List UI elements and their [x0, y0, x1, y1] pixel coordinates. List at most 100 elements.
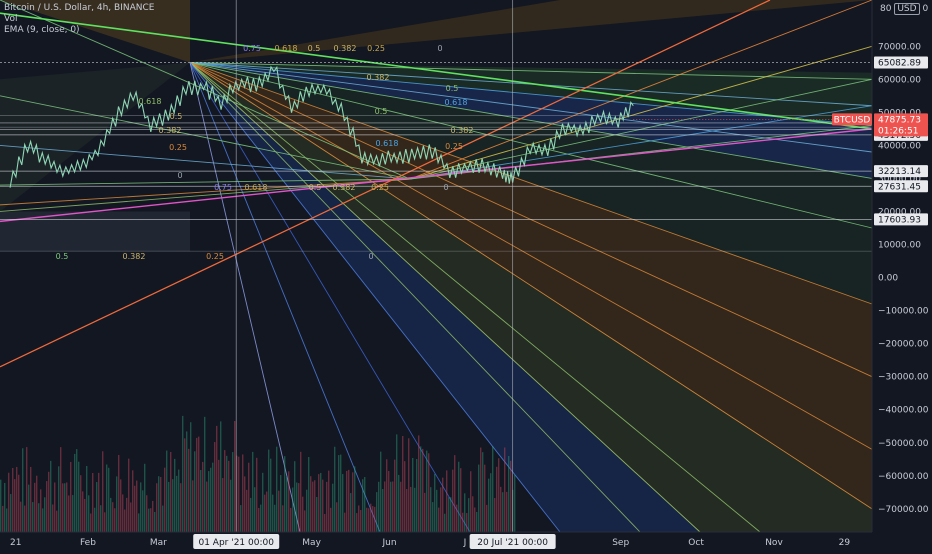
volume-bar [358, 505, 360, 532]
price-axis[interactable]: 70000.0060000.0050000.0040000.0030000.00… [871, 0, 932, 550]
volume-bar [408, 438, 410, 532]
volume-bar [224, 450, 226, 532]
y-tick-label: 60000.00 [878, 75, 921, 85]
volume-bar [294, 461, 296, 532]
price-tag-label: 65082.89 [878, 59, 921, 69]
volume-bar [378, 481, 380, 532]
volume-bar [370, 503, 372, 532]
volume-bar [366, 507, 368, 532]
volume-bar [308, 456, 310, 532]
axis-top-value: 80 [880, 4, 892, 14]
volume-bar [292, 487, 294, 532]
volume-bar [500, 486, 502, 532]
volume-bar [124, 509, 126, 532]
volume-bar [340, 454, 342, 532]
volume-bar [116, 476, 118, 532]
volume-bar [380, 451, 382, 532]
volume-bar [486, 504, 488, 532]
volume-bar [220, 421, 222, 532]
volume-bar [128, 458, 130, 532]
fib-label-top: 0.25 [367, 44, 385, 53]
price-tag-label: 27631.45 [878, 182, 921, 192]
volume-bar [452, 469, 454, 532]
volume-bar [216, 425, 218, 532]
volume-bar [416, 458, 418, 532]
volume-bar [66, 482, 68, 532]
volume-bar [488, 478, 490, 532]
volume-bar [332, 483, 334, 532]
legend-vol[interactable]: Vol [4, 14, 154, 25]
volume-bar [6, 508, 8, 532]
volume-bar [320, 472, 322, 532]
volume-bar [438, 507, 440, 532]
volume-bar [346, 470, 348, 532]
volume-bar [156, 483, 158, 532]
volume-bar [466, 513, 468, 532]
volume-bar [16, 466, 18, 532]
volume-bar [102, 451, 104, 532]
legend-ema[interactable]: EMA (9, close, 0) [4, 25, 154, 36]
volume-bar [282, 505, 284, 532]
chart-canvas[interactable]: 0.75 0.618 0.5 0.382 0.25 0 0.75 0.618 0.5 0.382 0… [0, 0, 932, 550]
volume-bar [400, 481, 402, 532]
volume-bar [336, 502, 338, 532]
legend-symbol[interactable]: Bitcoin / U.S. Dollar, 4h, BINANCE [4, 3, 154, 14]
volume-bar [74, 453, 76, 532]
volume-bar [188, 448, 190, 532]
volume-bar [502, 492, 504, 532]
volume-bar [186, 431, 188, 532]
volume-bar [122, 494, 124, 532]
volume-bar [268, 449, 270, 532]
y-tick-label: −60000.00 [878, 472, 929, 482]
volume-bar [484, 464, 486, 532]
volume-bar [180, 483, 182, 532]
volume-bar [374, 506, 376, 532]
volume-bar [348, 469, 350, 532]
fib-label-mid: 0.5 [170, 112, 183, 121]
fib-label-mid: 0.5 [375, 107, 388, 116]
volume-bar [398, 474, 400, 532]
currency-selector[interactable]: USD [894, 3, 920, 15]
volume-bar [70, 461, 72, 532]
volume-bar [384, 481, 386, 532]
y-tick-label: −50000.00 [878, 439, 929, 449]
price-axis-header: 80 USD 0 [880, 3, 928, 15]
symbol-tag-label: BTCUSD [834, 115, 871, 125]
volume-bar [204, 416, 206, 532]
fib-label-left: 0.25 [206, 252, 224, 261]
volume-bar [38, 503, 40, 532]
y-tick-label: 40000.00 [878, 141, 921, 151]
volume-bar [326, 481, 328, 532]
volume-bar [300, 451, 302, 532]
volume-bar [430, 487, 432, 532]
volume-bar [324, 513, 326, 532]
volume-bar [0, 479, 2, 532]
volume-bar [498, 458, 500, 532]
volume-bar [212, 462, 214, 532]
volume-bar [222, 478, 224, 532]
y-tick-label: −70000.00 [878, 505, 929, 515]
volume-bar [490, 473, 492, 532]
time-axis[interactable]: 01 Apr '21 00:00 20 Jul '21 00:00 21 Feb Mar… [0, 531, 872, 549]
volume-bar [82, 491, 84, 532]
volume-bar [290, 507, 292, 532]
volume-bar [350, 493, 352, 532]
volume-bar [262, 472, 264, 532]
volume-bar [258, 507, 260, 532]
volume-bar [450, 497, 452, 532]
volume-bar [120, 479, 122, 532]
fib-label-bottom: 0.382 [333, 183, 356, 192]
volume-bar [206, 481, 208, 532]
y-tick-label: 70000.00 [878, 42, 921, 52]
volume-bar [474, 507, 476, 532]
volume-bar [480, 447, 482, 532]
volume-bar [356, 513, 358, 532]
volume-bar [18, 474, 20, 532]
volume-bar [14, 479, 16, 532]
price-chart[interactable]: 0.75 0.618 0.5 0.382 0.25 0 0.75 0.618 0.5 0.382 0… [0, 0, 932, 550]
volume-bar [32, 502, 34, 532]
volume-bar [328, 470, 330, 532]
volume-bar [334, 446, 336, 532]
volume-bar [504, 447, 506, 532]
volume-bar [376, 492, 378, 532]
